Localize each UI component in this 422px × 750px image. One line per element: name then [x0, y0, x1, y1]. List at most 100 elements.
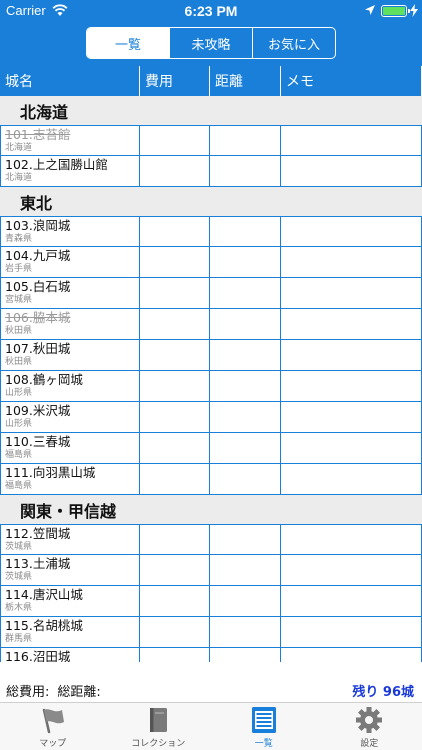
distance-cell[interactable] — [210, 464, 281, 494]
cost-cell[interactable] — [140, 217, 210, 246]
memo-cell[interactable] — [281, 371, 422, 401]
castle-name-cell[interactable]: 116.沼田城群馬県 — [0, 648, 140, 662]
castle-row[interactable]: 101.志苔館 北海道 — [0, 125, 422, 156]
cost-cell[interactable] — [140, 555, 210, 585]
tab-bar: マップ コレクション 一覧 設定 — [0, 702, 422, 750]
castle-prefecture: 群馬県 — [5, 634, 33, 644]
castle-list[interactable]: 北海道 101.志苔館 北海道 102.上之国勝山館 北海道 東北 103.浪岡城 青森県 10… — [0, 96, 422, 662]
memo-cell[interactable] — [281, 433, 422, 463]
castle-row[interactable]: 108.鶴ヶ岡城 山形県 — [0, 371, 422, 402]
distance-cell[interactable] — [210, 402, 281, 432]
castle-row[interactable]: 114.唐沢山城 栃木県 — [0, 586, 422, 617]
distance-cell[interactable] — [210, 525, 281, 554]
castle-prefecture: 福島県 — [5, 481, 33, 491]
castle-row[interactable]: 104.九戸城 岩手県 — [0, 247, 422, 278]
tab-settings[interactable]: 設定 — [317, 703, 422, 750]
segment-all[interactable]: 一覧 — [87, 28, 169, 58]
castle-name-cell[interactable]: 108.鶴ヶ岡城 山形県 — [0, 371, 140, 401]
castle-name-cell[interactable]: 112.笠間城 茨城県 — [0, 525, 140, 554]
memo-cell[interactable] — [281, 617, 422, 647]
castle-row[interactable]: 106.脇本城 秋田県 — [0, 309, 422, 340]
cost-cell[interactable] — [140, 309, 210, 339]
distance-cell[interactable] — [210, 586, 281, 616]
castle-prefecture: 北海道 — [5, 173, 33, 183]
memo-cell[interactable] — [281, 648, 422, 662]
cost-cell[interactable] — [140, 402, 210, 432]
cost-cell[interactable] — [140, 464, 210, 494]
castle-name-cell[interactable]: 114.唐沢山城 栃木県 — [0, 586, 140, 616]
cost-cell[interactable] — [140, 126, 210, 155]
distance-cell[interactable] — [210, 617, 281, 647]
cost-cell[interactable] — [140, 525, 210, 554]
memo-cell[interactable] — [281, 555, 422, 585]
distance-cell[interactable] — [210, 278, 281, 308]
castle-name-cell[interactable]: 115.名胡桃城 群馬県 — [0, 617, 140, 647]
memo-cell[interactable] — [281, 309, 422, 339]
memo-cell[interactable] — [281, 402, 422, 432]
distance-cell[interactable] — [210, 247, 281, 277]
cost-cell[interactable] — [140, 371, 210, 401]
castle-name-cell[interactable]: 109.米沢城 山形県 — [0, 402, 140, 432]
memo-cell[interactable] — [281, 217, 422, 246]
castle-row[interactable]: 102.上之国勝山館 北海道 — [0, 156, 422, 187]
castle-name-cell[interactable]: 103.浪岡城 青森県 — [0, 217, 140, 246]
castle-row[interactable]: 115.名胡桃城 群馬県 — [0, 617, 422, 648]
column-header: 城名 費用 距離 メモ — [0, 66, 422, 96]
castle-row[interactable]: 110.三春城 福島県 — [0, 433, 422, 464]
cost-cell[interactable] — [140, 340, 210, 370]
distance-cell[interactable] — [210, 309, 281, 339]
memo-cell[interactable] — [281, 525, 422, 554]
memo-cell[interactable] — [281, 586, 422, 616]
cost-cell[interactable] — [140, 586, 210, 616]
castle-name-cell[interactable]: 106.脇本城 秋田県 — [0, 309, 140, 339]
castle-row[interactable]: 113.土浦城 茨城県 — [0, 555, 422, 586]
castle-name-cell[interactable]: 105.白石城 宮城県 — [0, 278, 140, 308]
castle-name-cell[interactable]: 101.志苔館 北海道 — [0, 126, 140, 155]
castle-name-cell[interactable]: 113.土浦城 茨城県 — [0, 555, 140, 585]
distance-cell[interactable] — [210, 217, 281, 246]
castle-name-cell[interactable]: 110.三春城 福島県 — [0, 433, 140, 463]
castle-row[interactable]: 109.米沢城 山形県 — [0, 402, 422, 433]
distance-cell[interactable] — [210, 126, 281, 155]
cost-cell[interactable] — [140, 156, 210, 186]
castle-prefecture: 青森県 — [5, 234, 33, 244]
castle-row[interactable]: 103.浪岡城 青森県 — [0, 216, 422, 247]
cost-cell[interactable] — [140, 247, 210, 277]
segment-favorites[interactable]: お気に入 — [252, 28, 335, 58]
distance-cell[interactable] — [210, 648, 281, 662]
castle-row[interactable]: 112.笠間城 茨城県 — [0, 524, 422, 555]
segment-unconquered[interactable]: 未攻略 — [169, 28, 252, 58]
section-header: 東北 — [0, 187, 422, 216]
castle-name: 114.唐沢山城 — [5, 587, 83, 602]
memo-cell[interactable] — [281, 464, 422, 494]
castle-name: 105.白石城 — [5, 279, 71, 294]
tab-list[interactable]: 一覧 — [211, 703, 317, 750]
memo-cell[interactable] — [281, 340, 422, 370]
distance-cell[interactable] — [210, 156, 281, 186]
cost-cell[interactable] — [140, 433, 210, 463]
castle-name-cell[interactable]: 111.向羽黒山城 福島県 — [0, 464, 140, 494]
distance-cell[interactable] — [210, 340, 281, 370]
castle-row[interactable]: 111.向羽黒山城 福島県 — [0, 464, 422, 495]
distance-cell[interactable] — [210, 371, 281, 401]
castle-row[interactable]: 107.秋田城 秋田県 — [0, 340, 422, 371]
castle-name: 116.沼田城 — [5, 649, 71, 662]
memo-cell[interactable] — [281, 247, 422, 277]
memo-cell[interactable] — [281, 126, 422, 155]
cost-cell[interactable] — [140, 648, 210, 662]
castle-name-cell[interactable]: 104.九戸城 岩手県 — [0, 247, 140, 277]
castle-prefecture: 福島県 — [5, 450, 33, 460]
tab-collection[interactable]: コレクション — [106, 703, 212, 750]
castle-name-cell[interactable]: 107.秋田城 秋田県 — [0, 340, 140, 370]
cost-cell[interactable] — [140, 617, 210, 647]
castle-name: 108.鶴ヶ岡城 — [5, 372, 83, 387]
castle-name-cell[interactable]: 102.上之国勝山館 北海道 — [0, 156, 140, 186]
distance-cell[interactable] — [210, 555, 281, 585]
memo-cell[interactable] — [281, 278, 422, 308]
castle-row[interactable]: 105.白石城 宮城県 — [0, 278, 422, 309]
memo-cell[interactable] — [281, 156, 422, 186]
cost-cell[interactable] — [140, 278, 210, 308]
distance-cell[interactable] — [210, 433, 281, 463]
castle-row[interactable]: 116.沼田城群馬県 — [0, 648, 422, 662]
tab-map[interactable]: マップ — [0, 703, 106, 750]
